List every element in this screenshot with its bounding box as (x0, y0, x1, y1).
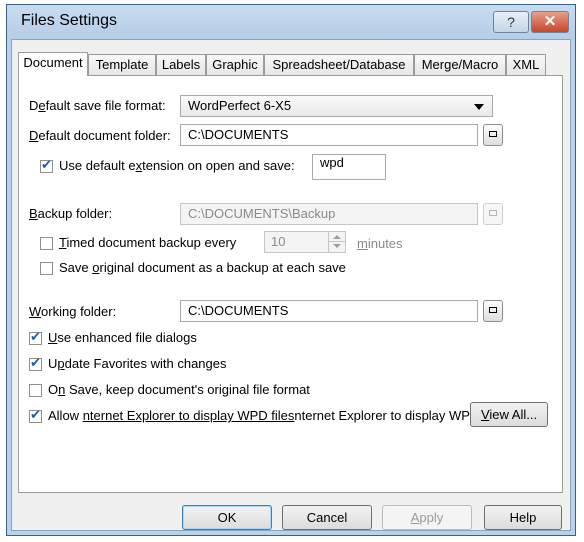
tab-document[interactable]: Document (18, 52, 88, 76)
help-icon[interactable]: ? (493, 11, 529, 33)
ok-button[interactable]: OK (182, 505, 272, 530)
folder-icon (489, 131, 497, 137)
files-settings-dialog: Files Settings ? ✕ Document Template Lab… (6, 4, 576, 536)
backup-folder-browse-button[interactable] (483, 203, 503, 225)
close-icon[interactable]: ✕ (531, 11, 569, 33)
tab-graphic[interactable]: Graphic (206, 54, 264, 75)
allow-ie-wpd-label: Allow nternet Explorer to display WPD fi… (48, 408, 507, 423)
view-all-button[interactable]: View All... (470, 402, 548, 427)
keep-original-format-checkbox[interactable] (29, 384, 42, 397)
tab-template[interactable]: Template (88, 54, 156, 75)
enhanced-dialogs-label: Use enhanced file dialogs (48, 330, 197, 345)
apply-button[interactable]: Apply (382, 505, 472, 530)
tab-spreadsheet-database[interactable]: Spreadsheet/Database (264, 54, 414, 75)
keep-original-format-label: On Save, keep document's original file f… (48, 382, 310, 397)
default-format-select[interactable]: WordPerfect 6-X5 (180, 95, 493, 117)
use-default-extension-checkbox[interactable] (40, 158, 53, 173)
use-default-extension-label: Use default extension on open and save: (59, 158, 295, 173)
extension-input[interactable]: wpd (312, 154, 386, 180)
title-bar[interactable]: Files Settings ? ✕ (7, 5, 575, 39)
enhanced-dialogs-checkbox[interactable] (29, 330, 42, 345)
update-favorites-checkbox[interactable] (29, 356, 42, 371)
tab-labels[interactable]: Labels (156, 54, 206, 75)
backup-folder-input[interactable]: C:\DOCUMENTS\Backup (180, 203, 478, 225)
tab-xml[interactable]: XML (506, 54, 546, 75)
default-folder-label: Default document folder: (29, 128, 171, 143)
folder-icon (489, 210, 497, 216)
dialog-client-area: Document Template Labels Graphic Spreads… (11, 39, 571, 531)
chevron-down-icon (474, 104, 484, 110)
window-title: Files Settings (21, 12, 118, 29)
update-favorites-label: Update Favorites with changes (48, 356, 227, 371)
tab-merge-macro[interactable]: Merge/Macro (414, 54, 506, 75)
document-tab-panel: Default save file format: WordPerfect 6-… (18, 75, 563, 493)
timed-backup-minutes-spinner[interactable]: 10 (264, 231, 346, 253)
minutes-label: minutes (357, 236, 403, 251)
help-button[interactable]: Help (484, 505, 562, 530)
save-original-backup-checkbox[interactable] (40, 262, 53, 275)
allow-ie-wpd-checkbox[interactable] (29, 408, 42, 423)
default-format-value: WordPerfect 6-X5 (188, 98, 292, 113)
working-folder-input[interactable]: C:\DOCUMENTS (180, 300, 478, 322)
cancel-button[interactable]: Cancel (282, 505, 372, 530)
backup-folder-label: Backup folder: (29, 206, 113, 221)
working-folder-browse-button[interactable] (483, 300, 503, 322)
default-format-label: Default save file format: (29, 98, 166, 113)
default-folder-browse-button[interactable] (483, 124, 503, 146)
folder-icon (489, 307, 497, 313)
working-folder-label: Working folder: (29, 304, 117, 319)
timed-backup-minutes-value: 10 (271, 234, 286, 249)
spinner-down-icon[interactable] (333, 244, 341, 248)
timed-backup-label: Timed document backup every (59, 235, 237, 250)
spinner-up-icon[interactable] (333, 235, 341, 239)
default-folder-input[interactable]: C:\DOCUMENTS (180, 124, 478, 146)
save-original-backup-label: Save original document as a backup at ea… (59, 260, 346, 275)
timed-backup-checkbox[interactable] (40, 237, 53, 250)
